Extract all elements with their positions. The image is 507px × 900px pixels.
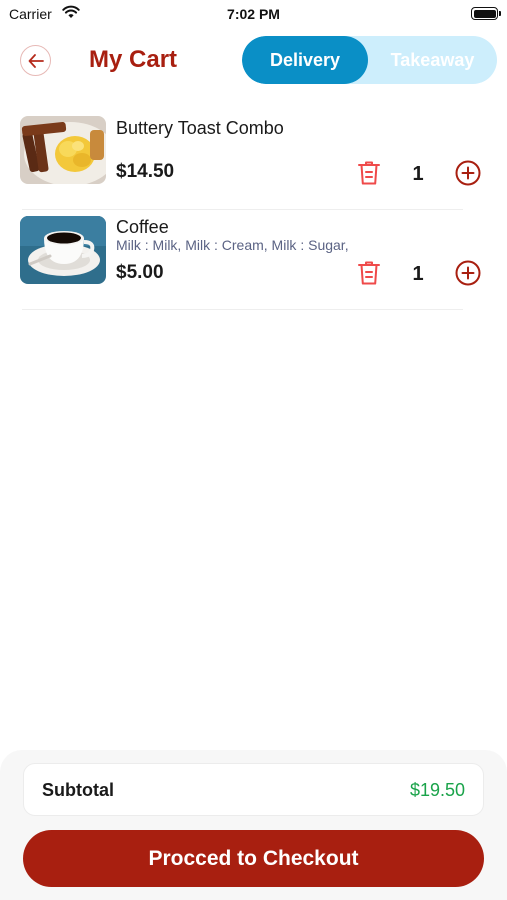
- trash-icon[interactable]: [357, 160, 381, 186]
- toggle-delivery[interactable]: Delivery: [242, 36, 368, 84]
- item-price: $5.00: [116, 262, 164, 283]
- back-button[interactable]: [20, 45, 51, 76]
- checkout-button[interactable]: Procced to Checkout: [23, 830, 484, 887]
- toggle-takeaway[interactable]: Takeaway: [368, 36, 497, 84]
- arrow-left-icon: [28, 53, 44, 68]
- toast-eggs-photo: [20, 116, 106, 184]
- delivery-mode-toggle: Delivery Takeaway: [242, 36, 497, 84]
- subtotal-card: Subtotal $19.50: [23, 763, 484, 816]
- subtotal-label: Subtotal: [42, 780, 114, 800]
- quantity-value: 1: [412, 163, 424, 185]
- subtotal-value: $19.50: [409, 780, 465, 800]
- trash-icon[interactable]: [357, 260, 381, 286]
- quantity-value: 1: [412, 263, 424, 285]
- item-options: Milk : Milk, Milk : Cream, Milk : Sugar,: [116, 237, 349, 253]
- status-bar: Carrier 7:02 PM: [0, 0, 507, 28]
- cart-item: Coffee Milk : Milk, Milk : Cream, Milk :…: [0, 210, 507, 310]
- battery-icon: [471, 7, 501, 20]
- checkout-panel: Subtotal $19.50 Procced to Checkout: [0, 750, 507, 900]
- plus-circle-icon[interactable]: [455, 160, 481, 186]
- coffee-cup-photo: [20, 216, 106, 284]
- plus-circle-icon[interactable]: [455, 260, 481, 286]
- item-name: Coffee: [116, 217, 169, 237]
- item-name: Buttery Toast Combo: [116, 118, 284, 138]
- item-price: $14.50: [116, 161, 175, 182]
- divider: [22, 309, 463, 310]
- page-title: My Cart: [89, 46, 178, 73]
- cart-item: Buttery Toast Combo $14.50 1: [0, 110, 507, 210]
- cart-list: Buttery Toast Combo $14.50 1 Coffee Milk…: [0, 110, 507, 310]
- header: My Cart Delivery Takeaway: [0, 34, 507, 86]
- clock: 7:02 PM: [227, 6, 280, 22]
